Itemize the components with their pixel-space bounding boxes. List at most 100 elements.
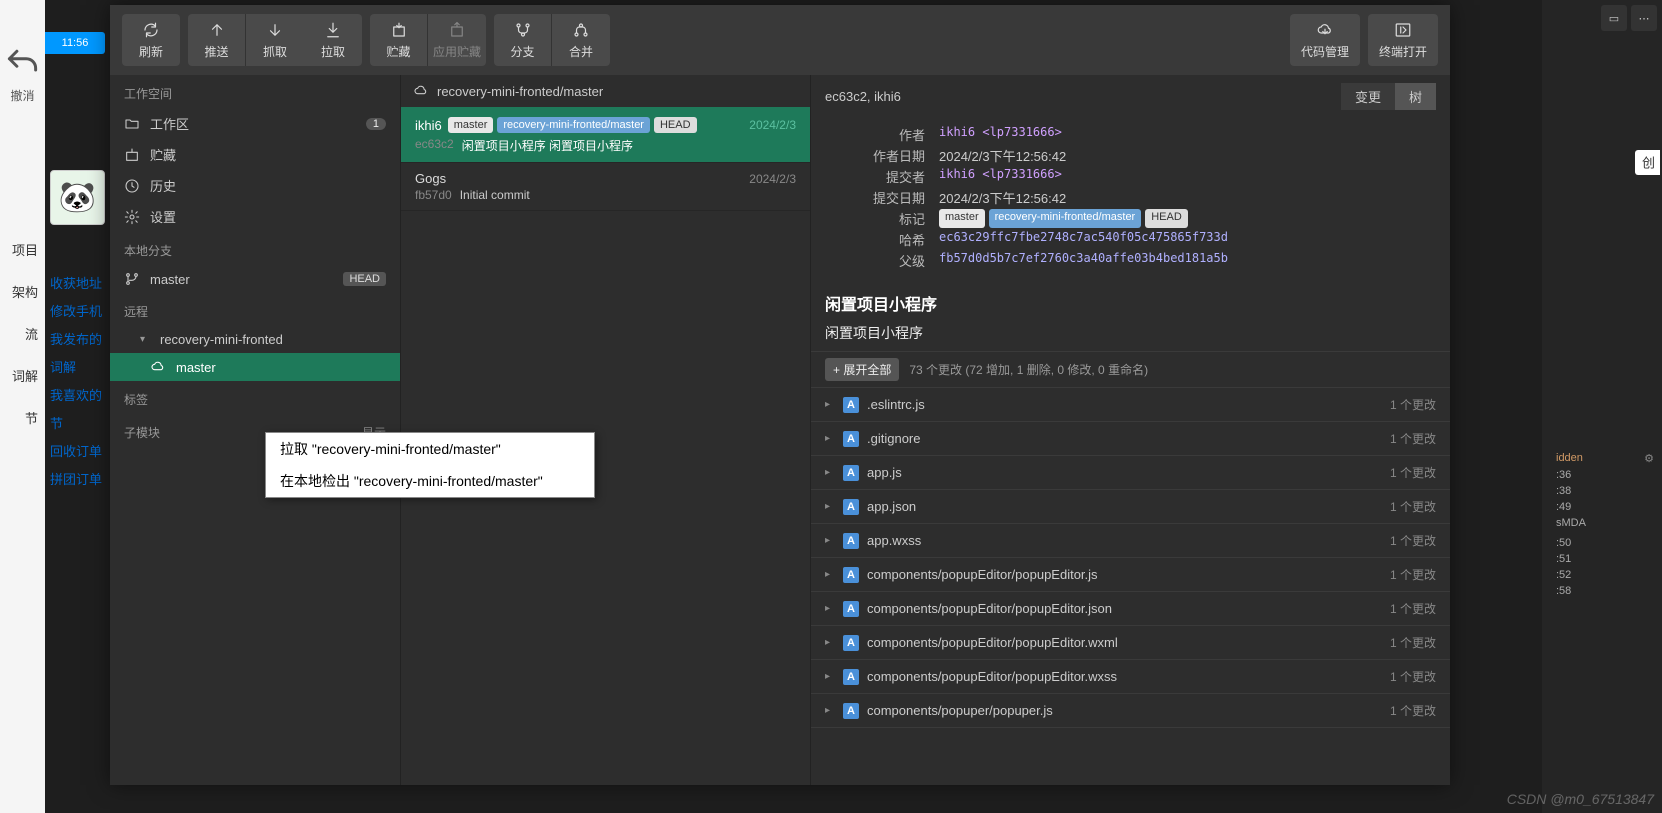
bg-links: 收获地址修改手机我发布的词解我喜欢的节回收订单拼团订单: [50, 270, 110, 494]
sidebar-item-workarea[interactable]: 工作区1: [110, 108, 400, 139]
sidebar-item-settings[interactable]: 设置: [110, 201, 400, 232]
file-name: .eslintrc.js: [867, 397, 925, 412]
editor-bg-right: ▭ ⋯ 创 idden⚙:36:38:49sMDA:50:51:52:58: [1542, 0, 1662, 813]
expand-all-button[interactable]: + 展开全部: [825, 358, 899, 381]
commit-date: 2024/2/3: [749, 118, 796, 132]
head-badge: HEAD: [343, 272, 386, 286]
file-row[interactable]: ▸Acomponents/popuper/popuper.js1 个更改: [811, 694, 1450, 728]
bg-link[interactable]: 节: [50, 410, 110, 438]
tag-master: master: [939, 209, 985, 228]
commit-detail: ec63c2, ikhi6 变更 树 作者ikhi6 <lp7331666> 作…: [810, 75, 1450, 785]
merge-button[interactable]: 合并: [552, 14, 610, 66]
git-window: 刷新 推送 抓取 拉取 贮藏 应用贮藏 分支 合并 代码管理 终端打开 工作空间…: [110, 5, 1450, 785]
avatar: 🐼: [50, 170, 105, 225]
file-changes: 1 个更改: [1390, 498, 1436, 515]
pull-button[interactable]: 拉取: [304, 14, 362, 66]
added-badge: A: [843, 567, 859, 583]
tab-tree[interactable]: 树: [1395, 83, 1436, 110]
commit-msg: 闲置项目小程序 闲置项目小程序: [462, 137, 633, 154]
file-row[interactable]: ▸ Acomponents/popupEditor/popupEditor.wxs…: [811, 660, 1450, 694]
bg-link[interactable]: 我发布的: [50, 326, 110, 354]
file-changes: 1 个更改: [1390, 600, 1436, 617]
sidebar-item-local-master[interactable]: masterHEAD: [110, 265, 400, 293]
chevron-right-icon: ▸: [825, 603, 835, 614]
fetch-button[interactable]: 抓取: [246, 14, 304, 66]
file-name: components/popupEditor/popupEditor.wxss: [867, 669, 1117, 684]
chevron-right-icon: ▸: [825, 671, 835, 682]
remote-section: 远程: [110, 293, 400, 326]
sidebar: 工作空间 工作区1 贮藏 历史 设置 本地分支 masterHEAD: [110, 75, 400, 785]
local-branches-section: 本地分支: [110, 232, 400, 265]
bg-link[interactable]: 修改手机: [50, 298, 110, 326]
bg-link[interactable]: 回收订单: [50, 438, 110, 466]
bg-link[interactable]: 词解: [50, 354, 110, 382]
commit-title: 闲置项目小程序: [811, 283, 1450, 323]
bg-link[interactable]: 我喜欢的: [50, 382, 110, 410]
devtools-snippet: idden⚙:36:38:49sMDA:50:51:52:58: [1550, 450, 1660, 599]
apply-stash-button: 应用贮藏: [428, 14, 486, 66]
branch-button[interactable]: 分支: [494, 14, 552, 66]
push-button[interactable]: 推送: [188, 14, 246, 66]
menu-icon[interactable]: ⋯: [1631, 5, 1657, 31]
commit-author: Gogs: [415, 171, 446, 186]
added-badge: A: [843, 669, 859, 685]
commit-item[interactable]: ikhi6masterrecovery-mini-fronted/masterH…: [401, 107, 810, 163]
file-name: .gitignore: [867, 431, 920, 446]
sidebar-item-history[interactable]: 历史: [110, 170, 400, 201]
commit-date: 2024/2/3: [749, 172, 796, 186]
stash-icon: [124, 147, 140, 163]
commit-msg: Initial commit: [460, 188, 530, 202]
commit-hash: ec63c2: [415, 137, 454, 154]
chevron-right-icon: ▸: [825, 433, 835, 444]
file-row[interactable]: ▸Aapp.json1 个更改: [811, 490, 1450, 524]
stash-button[interactable]: 贮藏: [370, 14, 428, 66]
repo-manage-button[interactable]: 代码管理: [1290, 14, 1360, 66]
file-changes: 1 个更改: [1390, 430, 1436, 447]
file-row[interactable]: ▸A.eslintrc.js1 个更改: [811, 388, 1450, 422]
file-name: components/popuper/popuper.js: [867, 703, 1053, 718]
chevron-right-icon: ▸: [825, 705, 835, 716]
commit-hash: fb57d0: [415, 188, 452, 202]
ctx-checkout[interactable]: 在本地检出 "recovery-mini-fronted/master": [266, 465, 594, 497]
create-button[interactable]: 创: [1635, 150, 1660, 175]
file-row[interactable]: ▸Acomponents/popupEditor/popupEditor.jso…: [811, 592, 1450, 626]
sidebar-item-remote[interactable]: ▾ recovery-mini-fronted: [110, 326, 400, 353]
terminal-button[interactable]: 终端打开: [1368, 14, 1438, 66]
file-row[interactable]: ▸Aapp.js1 个更改: [811, 456, 1450, 490]
file-name: app.wxss: [867, 533, 921, 548]
ctx-pull[interactable]: 拉取 "recovery-mini-fronted/master": [266, 433, 594, 465]
file-row[interactable]: ▸Aapp.wxss1 个更改: [811, 524, 1450, 558]
commit-tag: master: [448, 117, 494, 133]
added-badge: A: [843, 465, 859, 481]
added-badge: A: [843, 703, 859, 719]
refresh-button[interactable]: 刷新: [122, 14, 180, 66]
added-badge: A: [843, 533, 859, 549]
added-badge: A: [843, 601, 859, 617]
added-badge: A: [843, 499, 859, 515]
branch-icon: [124, 271, 140, 287]
file-changes: 1 个更改: [1390, 634, 1436, 651]
chevron-right-icon: ▸: [825, 535, 835, 546]
detail-header: ec63c2, ikhi6 变更 树: [811, 75, 1450, 118]
bg-link[interactable]: 收获地址: [50, 270, 110, 298]
sidebar-item-stash[interactable]: 贮藏: [110, 139, 400, 170]
chevron-down-icon: ▾: [140, 334, 150, 345]
commit-list-body: ikhi6masterrecovery-mini-fronted/masterH…: [401, 107, 810, 211]
file-row[interactable]: ▸A.gitignore1 个更改: [811, 422, 1450, 456]
panel-icon[interactable]: ▭: [1601, 5, 1627, 31]
commit-list: recovery-mini-fronted/master ikhi6master…: [400, 75, 810, 785]
tag-remote: recovery-mini-fronted/master: [989, 209, 1142, 228]
toolbar: 刷新 推送 抓取 拉取 贮藏 应用贮藏 分支 合并 代码管理 终端打开: [110, 5, 1450, 75]
bg-link[interactable]: 拼团订单: [50, 466, 110, 494]
chevron-right-icon: ▸: [825, 399, 835, 410]
file-row[interactable]: ▸Acomponents/popupEditor/popupEditor.js1…: [811, 558, 1450, 592]
file-changes: 1 个更改: [1390, 396, 1436, 413]
commit-item[interactable]: Gogs 2024/2/3 fb57d0 Initial commit: [401, 163, 810, 211]
file-row[interactable]: ▸Acomponents/popupEditor/popupEditor.wxm…: [811, 626, 1450, 660]
chevron-right-icon: ▸: [825, 467, 835, 478]
tab-changes[interactable]: 变更: [1341, 83, 1395, 110]
history-icon: [124, 178, 140, 194]
sidebar-item-remote-master[interactable]: master: [110, 353, 400, 381]
commit-tag: recovery-mini-fronted/master: [497, 117, 650, 133]
undo-button[interactable]: 撤消: [0, 40, 45, 104]
